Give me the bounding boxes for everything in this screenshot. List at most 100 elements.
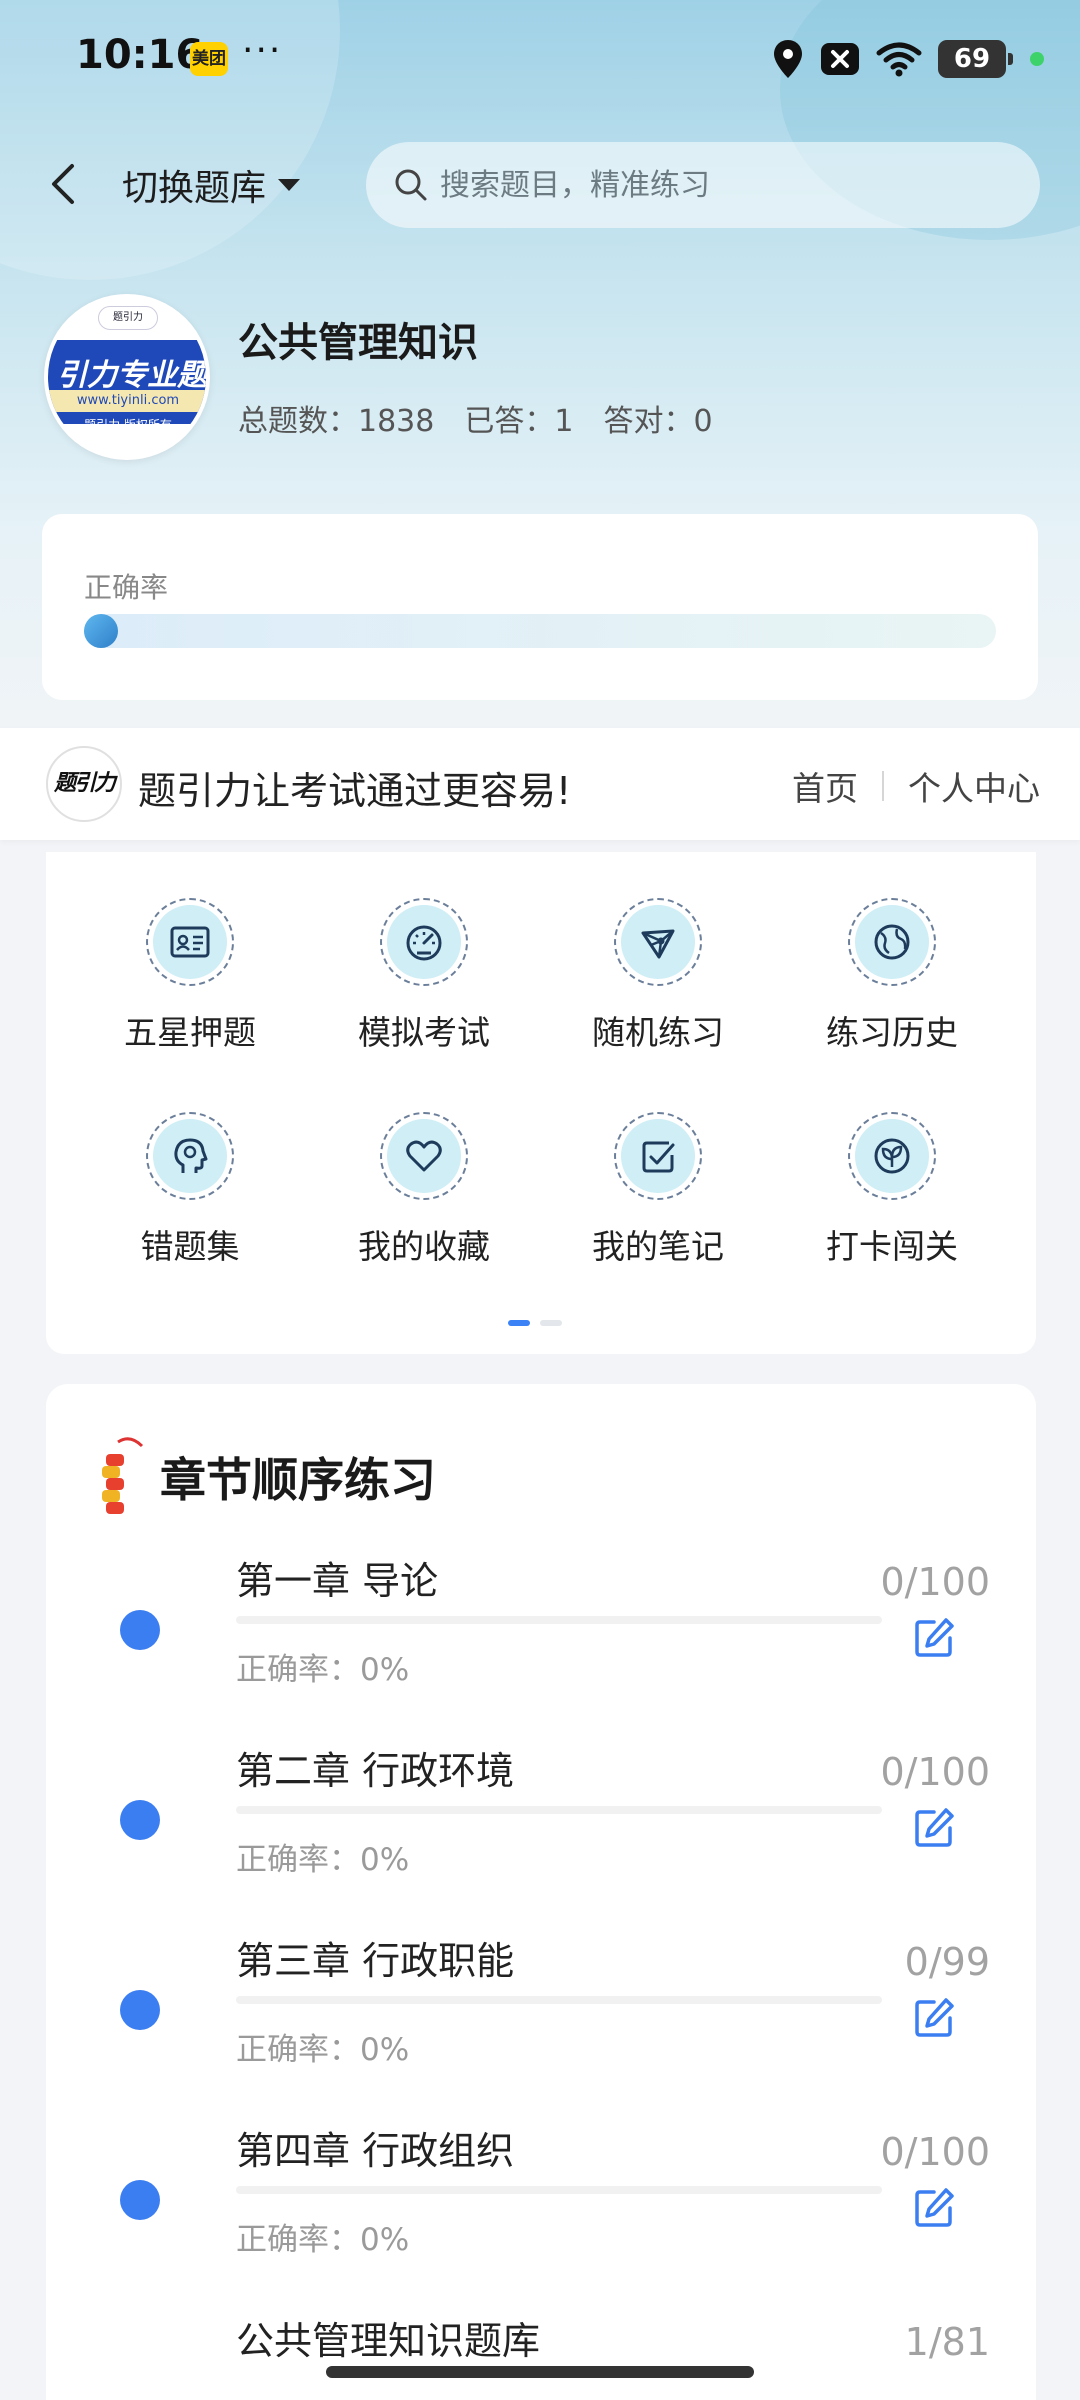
feature-label: 五星押题 xyxy=(124,1013,256,1052)
chapter-count: 0/100 xyxy=(880,1750,990,1794)
total-questions: 总题数：1838 xyxy=(238,404,435,439)
search-box[interactable] xyxy=(366,142,1040,228)
logo-url: www.tiyinli.com xyxy=(48,390,206,412)
chapter-row[interactable]: 第三章 行政职能 正确率：0% 0/99 xyxy=(46,1924,1036,2114)
feature-checkin[interactable]: 打卡闯关 xyxy=(782,1066,1002,1266)
chapter-status-dot xyxy=(120,1800,160,1840)
accuracy-progress-fill xyxy=(84,614,118,648)
brand-banner: 题引力 题引力让考试通过更容易! 首页 个人中心 xyxy=(0,728,1080,840)
page-indicator xyxy=(508,1320,562,1326)
logo-top-label: 题引力 xyxy=(98,306,158,330)
edit-icon[interactable] xyxy=(912,1806,956,1850)
feature-favorites[interactable]: 我的收藏 xyxy=(314,1066,534,1266)
feature-wrong-questions[interactable]: 错题集 xyxy=(80,1066,300,1266)
chapter-accuracy: 正确率：0% xyxy=(236,2032,410,2068)
bank-logo: 题引力 引力专业题 www.tiyinli.com 题引力 版权所有 xyxy=(44,294,210,460)
chapter-row[interactable]: 公共管理知识题库 1/81 xyxy=(46,2304,1036,2400)
accuracy-card: 正确率 xyxy=(42,514,1038,700)
profile-link[interactable]: 个人中心 xyxy=(908,762,1040,810)
switch-bank-button[interactable]: 切换题库 xyxy=(122,160,302,210)
bank-stats: 总题数：1838 已答：1 答对：0 xyxy=(238,396,713,440)
wifi-icon xyxy=(876,42,922,77)
firecracker-icon xyxy=(102,1437,144,1514)
chapter-title: 第一章 导论 xyxy=(236,1559,439,1603)
feature-icon-ring xyxy=(614,898,702,986)
meituan-notification-icon: 美团 xyxy=(190,42,228,76)
status-bar: 10:16 美团 ··· 69 xyxy=(0,0,1080,120)
feature-label: 随机练习 xyxy=(592,1013,724,1052)
chapter-count: 1/81 xyxy=(904,2320,990,2364)
feature-label: 打卡闯关 xyxy=(826,1227,958,1266)
chapter-status-dot xyxy=(120,2180,160,2220)
location-icon xyxy=(774,40,802,78)
feature-label: 错题集 xyxy=(140,1227,240,1266)
edit-icon[interactable] xyxy=(912,1616,956,1660)
search-input[interactable] xyxy=(440,167,1000,203)
feature-icon-bg xyxy=(387,905,461,979)
answered-count: 已答：1 xyxy=(464,404,574,439)
feature-practice-history[interactable]: 练习历史 xyxy=(782,852,1002,1052)
feature-label: 我的笔记 xyxy=(592,1227,724,1266)
heart-icon xyxy=(406,1140,442,1172)
feature-icon-ring xyxy=(146,898,234,986)
feature-icon-ring xyxy=(848,1112,936,1200)
feature-icon-ring xyxy=(614,1112,702,1200)
page-dot xyxy=(540,1320,562,1326)
feature-five-star[interactable]: 五星押题 xyxy=(80,852,300,1052)
chapter-progress-bar xyxy=(236,1616,882,1624)
accuracy-label: 正确率 xyxy=(84,571,169,604)
chapter-status-dot xyxy=(120,1990,160,2030)
feature-mock-exam[interactable]: 模拟考试 xyxy=(314,852,534,1052)
chapter-count: 0/100 xyxy=(880,1560,990,1604)
home-indicator[interactable] xyxy=(326,2366,754,2378)
page-dot-active xyxy=(508,1320,530,1326)
home-link[interactable]: 首页 xyxy=(792,762,858,810)
chapter-title: 第四章 行政组织 xyxy=(236,2129,515,2173)
chapter-progress-bar xyxy=(236,1806,882,1814)
search-icon xyxy=(395,169,427,201)
back-arrow-icon[interactable] xyxy=(42,158,86,210)
head-icon xyxy=(174,1138,208,1173)
feature-label: 练习历史 xyxy=(826,1013,958,1052)
chapter-progress-bar xyxy=(236,1996,882,2004)
chapter-title: 第三章 行政职能 xyxy=(236,1939,515,1983)
chapter-accuracy: 正确率：0% xyxy=(236,1652,410,1688)
caret-down-icon xyxy=(278,179,301,191)
chapter-practice-card: 章节顺序练习 第一章 导论 正确率：0% 0/100 第二章 行政环境 正确率：… xyxy=(46,1384,1036,2400)
feature-icon-bg xyxy=(621,905,695,979)
chapter-status-dot xyxy=(120,1610,160,1650)
bank-name: 公共管理知识 xyxy=(238,320,478,366)
privacy-indicator-dot xyxy=(1030,52,1044,66)
battery-icon: 69 xyxy=(938,40,1013,78)
chapter-row[interactable]: 第一章 导论 正确率：0% 0/100 xyxy=(46,1544,1036,1734)
chapter-progress-bar xyxy=(236,2186,882,2194)
feature-icon-ring xyxy=(380,898,468,986)
logo-copyright: 题引力 版权所有 xyxy=(84,418,172,432)
chapter-row[interactable]: 第二章 行政环境 正确率：0% 0/100 xyxy=(46,1734,1036,1924)
feature-icon-bg xyxy=(855,905,929,979)
edit-icon[interactable] xyxy=(912,1996,956,2040)
speedometer-icon xyxy=(406,925,442,961)
id-card-icon xyxy=(170,926,210,958)
chapter-row[interactable]: 第四章 行政组织 正确率：0% 0/100 xyxy=(46,2114,1036,2304)
chapter-count: 0/100 xyxy=(880,2130,990,2174)
logo-title: 引力专业题 xyxy=(57,358,207,393)
chapter-title: 第二章 行政环境 xyxy=(236,1749,515,1793)
brand-logo-text: 题引力 xyxy=(53,771,116,796)
feature-random-practice[interactable]: 随机练习 xyxy=(548,852,768,1052)
feature-icon-ring xyxy=(848,898,936,986)
chapter-accuracy: 正确率：0% xyxy=(236,1842,410,1878)
leaf-icon xyxy=(874,1138,910,1174)
chapter-section-title: 章节顺序练习 xyxy=(160,1453,436,1507)
network-icon xyxy=(641,929,675,959)
status-time: 10:16 xyxy=(76,32,204,78)
divider xyxy=(882,771,884,801)
feature-icon-bg xyxy=(387,1119,461,1193)
feature-notes[interactable]: 我的笔记 xyxy=(548,1066,768,1266)
feature-grid: 五星押题 模拟考试 随机练习 练习历史 错题集 我的收藏 我的笔记 打卡闯关 xyxy=(46,852,1036,1354)
chapter-accuracy: 正确率：0% xyxy=(236,2222,410,2258)
accuracy-progress-track xyxy=(84,614,996,648)
status-icons: 69 xyxy=(772,36,1044,82)
status-more-icon: ··· xyxy=(242,30,283,71)
edit-icon[interactable] xyxy=(912,2186,956,2230)
